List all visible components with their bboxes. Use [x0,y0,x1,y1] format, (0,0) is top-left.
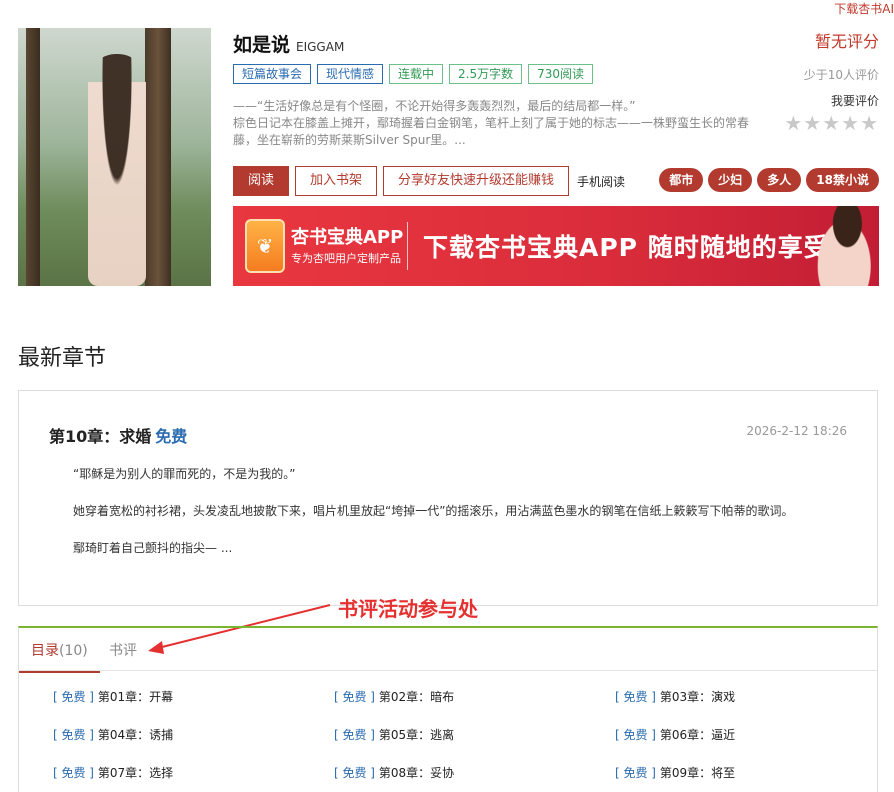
toc-chapter-item[interactable]: [ 免费 ] 第09章：将至 [615,764,735,781]
toc-chapter-item[interactable]: [ 免费 ] 第05章：逃离 [334,726,454,743]
mobile-read-link[interactable]: 手机阅读 [577,173,625,190]
book-intro: ——“生活好像总是有个怪圈，不论开始得多轰轰烈烈，最后的结局都一样。” 棕色日记… [233,98,753,149]
latest-chapter-heading: 最新章节 [18,346,107,371]
score-value: 暂无评分 [814,32,879,51]
intro-line: 藤，坐在崭新的劳斯莱斯Silver Spur里。... [233,133,466,147]
chapter-name[interactable]: 第09章：将至 [660,766,735,780]
genre-badge[interactable]: 少妇 [708,168,753,192]
action-bar: 阅读 加入书架 分享好友快速升级还能赚钱 手机阅读 [233,166,625,196]
add-to-shelf-button[interactable]: 加入书架 [295,166,378,196]
tab-review[interactable]: 书评 [109,640,137,660]
chapter-excerpt-p2: 她穿着宽松的衬衫裙，头发凌乱地披散下来，唱片机里放起“垮掉一代”的摇滚乐，用沾满… [73,504,794,518]
score-panel: 暂无评分 少于10人评价 我要评价 ★★★★★ [784,28,879,135]
banner-divider [407,222,408,270]
book-header: 如是说 EIGGAM 短篇故事会 现代情感 连载中 2.5万字数 730阅读 —… [18,28,879,286]
free-label: [ 免费 ] [53,690,94,704]
tag-status: 连载中 [389,64,444,84]
free-label: [ 免费 ] [334,766,375,780]
genre-badge[interactable]: 多人 [757,168,802,192]
rating-stars-icon[interactable]: ★★★★★ [784,111,879,135]
tab-catalog-count: (10) [59,643,88,659]
free-label: [ 免费 ] [334,728,375,742]
read-button[interactable]: 阅读 [233,166,290,196]
tab-catalog-label: 目录 [31,643,59,659]
share-button[interactable]: 分享好友快速升级还能赚钱 [383,166,570,196]
chapter-name[interactable]: 第06章：逼近 [660,728,735,742]
download-app-link[interactable]: 下载杏书AI [834,0,894,17]
toc-chapter-item[interactable]: [ 免费 ] 第04章：诱捕 [53,726,173,743]
toc-chapter-item[interactable]: [ 免费 ] 第06章：逼近 [615,726,735,743]
toc-panel: 目录(10) 书评 [ 免费 ] 第01章：开幕 [ 免费 ] 第02章：暗布 … [18,626,878,792]
free-label: [ 免费 ] [615,728,656,742]
chapter-name[interactable]: 第03章：演戏 [660,690,735,704]
chapter-name[interactable]: 第01章：开幕 [98,690,173,704]
chapter-name[interactable]: 第02章：暗布 [379,690,454,704]
intro-line: 棕色日记本在膝盖上摊开，鄢琦握着白金钢笔，笔杆上刻了属于她的标志——一株野蛮生长… [233,116,750,130]
intro-line: ——“生活好像总是有个怪圈，不论开始得多轰轰烈烈，最后的结局都一样。” [233,99,636,113]
chapter-name[interactable]: 第05章：逃离 [379,728,454,742]
rate-label: 我要评价 [830,94,879,108]
chapter-name[interactable]: 第08章：妥协 [379,766,454,780]
free-label: [ 免费 ] [615,690,656,704]
book-author[interactable]: EIGGAM [296,40,344,54]
chapter-name[interactable]: 第07章：选择 [98,766,173,780]
book-title: 如是说 [233,34,291,56]
tab-catalog[interactable]: 目录(10) [19,640,100,673]
toc-chapter-item[interactable]: [ 免费 ] 第03章：演戏 [615,688,735,705]
chapter-excerpt-p1: “耶稣是为别人的罪而死的，不是为我的。” [73,467,296,481]
genre-badge[interactable]: 18禁小说 [806,168,879,192]
app-download-banner[interactable]: ❦ 杏书宝典APP 专为杏吧用户定制产品 下载杏书宝典APP 随时随地的享受 [233,206,879,286]
tag-genre[interactable]: 现代情感 [317,64,384,84]
banner-app-name: 杏书宝典APP [291,227,404,248]
banner-model-image [809,206,873,286]
toc-chapter-item[interactable]: [ 免费 ] 第07章：选择 [53,764,173,781]
title-row: 如是说 EIGGAM [233,30,344,56]
book-tags: 短篇故事会 现代情感 连载中 2.5万字数 730阅读 [233,64,594,84]
free-label: [ 免费 ] [53,728,94,742]
latest-chapter-title[interactable]: 第10章：求婚 免费 [49,423,187,447]
toc-chapter-item[interactable]: [ 免费 ] 第08章：妥协 [334,764,454,781]
tag-word-count: 2.5万字数 [449,64,523,84]
tag-read-count: 730阅读 [528,64,594,84]
chapter-title-text[interactable]: 第10章：求婚 [49,427,151,446]
toc-tabs: 目录(10) 书评 [19,628,877,673]
toc-chapter-item[interactable]: [ 免费 ] 第02章：暗布 [334,688,454,705]
latest-chapter-card: 第10章：求婚 免费 2026-2-12 18:26 “耶稣是为别人的罪而死的，不… [18,390,878,606]
tag-category[interactable]: 短篇故事会 [233,64,312,84]
toc-chapter-item[interactable]: [ 免费 ] 第01章：开幕 [53,688,173,705]
free-label: [ 免费 ] [615,766,656,780]
chapter-name[interactable]: 第04章：诱捕 [98,728,173,742]
review-annotation-label: 书评活动参与处 [338,597,478,621]
banner-slogan: 下载杏书宝典APP 随时随地的享受 [423,233,830,262]
genre-badge[interactable]: 都市 [659,168,704,192]
app-logo-icon: ❦ [245,219,285,273]
free-label: [ 免费 ] [53,766,94,780]
genre-badges: 都市 少妇 多人 18禁小说 [659,168,879,192]
book-cover-image[interactable] [18,28,211,286]
chapter-timestamp: 2026-2-12 18:26 [746,424,848,438]
score-count: 少于10人评价 [803,68,879,82]
chapter-excerpt-p3: 鄢琦盯着自己颤抖的指尖— ... [73,541,233,555]
free-label: [ 免费 ] [334,690,375,704]
free-label: 免费 [155,427,188,446]
banner-app-subtitle: 专为杏吧用户定制产品 [291,252,401,265]
